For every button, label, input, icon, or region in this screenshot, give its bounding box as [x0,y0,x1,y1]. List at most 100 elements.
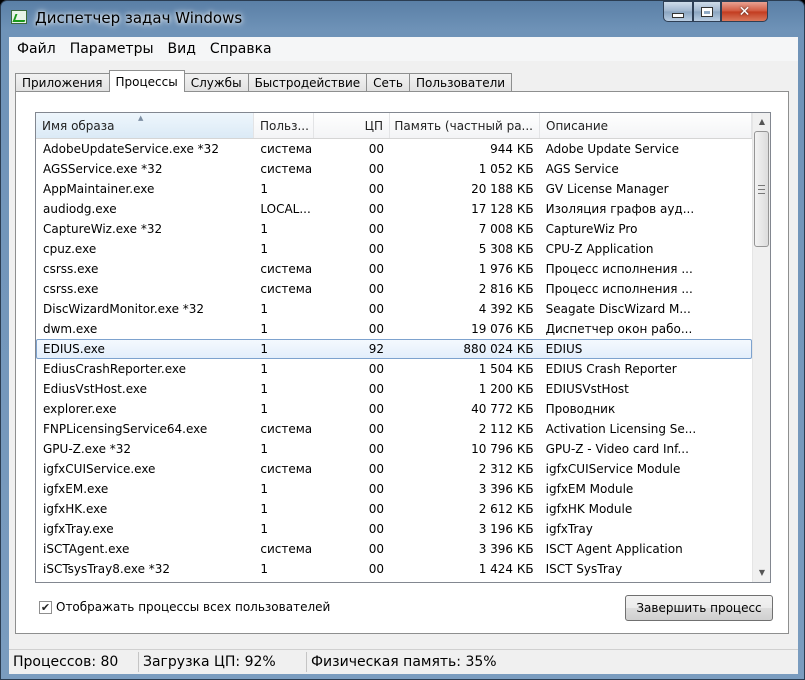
tab-applications[interactable]: Приложения [15,73,110,92]
column-label: Память (частный ра... [394,118,533,133]
cell-memory: 3 396 КБ [478,482,534,496]
cell-memory: 944 КБ [490,142,534,156]
cell-cpu: 00 [368,182,385,196]
cell-image-name: igfxTray.exe [43,522,114,536]
cell-user: 1 [260,322,269,336]
column-cpu[interactable]: ЦП [314,113,390,138]
maximize-button[interactable] [693,1,721,22]
cell-description: ISCT SysTray [545,562,623,576]
cell-description: Adobe Update Service [545,142,680,156]
tab-services[interactable]: Службы [183,73,249,92]
column-memory[interactable]: Память (частный ра... [390,113,540,138]
scroll-down-button[interactable]: ▼ [753,564,770,581]
cell-memory: 5 308 КБ [478,242,534,256]
list-header: ▲ Имя образа Польз... ЦП Память (частный… [36,113,752,139]
cell-description: Изоляция графов ауд... [545,202,695,216]
processes-panel: ▲ Имя образа Польз... ЦП Память (частный… [15,91,789,634]
cell-cpu: 00 [368,382,385,396]
table-row[interactable]: EDIUS.exe 1 92 880 024 КБ EDIUS [36,339,752,359]
close-icon: ✕ [738,3,751,20]
tab-network[interactable]: Сеть [366,73,410,92]
maximize-icon [701,6,713,17]
cell-user: 1 [260,442,269,456]
cell-user: 1 [260,382,269,396]
cell-image-name: csrss.exe [43,282,99,296]
minimize-button[interactable] [663,1,693,22]
table-row[interactable]: iSCTAgent.exe система 00 3 396 КБ ISCT Agent… [36,539,752,559]
cell-memory: 1 424 КБ [478,562,534,576]
cell-memory: 1 052 КБ [478,162,534,176]
column-description[interactable]: Описание [540,113,752,138]
cell-user: система [260,282,313,296]
cell-memory: 1 976 КБ [478,262,534,276]
table-row[interactable]: FNPLicensingService64.exe система 00 2 112 … [36,419,752,439]
sort-ascending-icon: ▲ [138,114,144,122]
cell-cpu: 00 [368,262,385,276]
tab-performance[interactable]: Быстродействие [247,73,368,92]
table-row[interactable]: audiodg.exe LOCAL... 00 17 128 КБ Изоляция г… [36,199,752,219]
scroll-thumb[interactable] [754,131,769,247]
cell-image-name: cpuz.exe [43,242,97,256]
checkmark-icon: ✔ [40,600,51,614]
table-row[interactable]: igfxEM.exe 1 00 3 396 КБ igfxEM Module [36,479,752,499]
cell-description: igfxTray [545,522,593,536]
menu-file[interactable]: Файл [11,41,62,57]
table-row[interactable]: explorer.exe 1 00 40 772 КБ Проводник [36,399,752,419]
cell-user: 1 [260,342,269,356]
cell-image-name: FNPLicensingService64.exe [43,422,208,436]
table-row[interactable]: GPU-Z.exe *32 1 00 10 796 КБ GPU-Z - Video c… [36,439,752,459]
close-button[interactable]: ✕ [721,1,768,22]
scroll-up-button[interactable]: ▲ [753,113,770,130]
table-row[interactable]: iSCTsysTray8.exe *32 1 00 1 424 КБ ISCT SysT… [36,559,752,579]
menu-options[interactable]: Параметры [64,41,160,57]
table-row[interactable]: DiscWizardMonitor.exe *32 1 00 4 392 КБ Seag… [36,299,752,319]
table-row[interactable]: AGSService.exe *32 система 00 1 052 КБ AGS S… [36,159,752,179]
tab-users[interactable]: Пользователи [408,73,513,92]
table-row[interactable]: EdiusCrashReporter.exe 1 00 1 504 КБ EDIUS C… [36,359,752,379]
cell-user: 1 [260,562,269,576]
cell-image-name: igfxCUIService.exe [43,462,156,476]
menu-help[interactable]: Справка [204,41,278,57]
show-all-users-label[interactable]: Отображать процессы всех пользователей [56,600,330,614]
cell-cpu: 00 [368,322,385,336]
menu-bar: Файл Параметры Вид Справка [9,37,798,61]
cell-description: Диспетчер окон рабо... [545,322,693,336]
cell-cpu: 92 [368,342,385,356]
cell-description: CaptureWiz Pro [545,222,638,236]
cell-description: EDIUS Crash Reporter [545,362,677,376]
cell-user: 1 [260,182,269,196]
table-row[interactable]: dwm.exe 1 00 19 076 КБ Диспетчер окон рабо..… [36,319,752,339]
column-user[interactable]: Польз... [254,113,314,138]
process-list[interactable]: ▲ Имя образа Польз... ЦП Память (частный… [35,112,771,583]
task-manager-icon [11,10,27,24]
menu-view[interactable]: Вид [162,41,202,57]
cell-description: EDIUSVstHost [545,382,629,396]
cell-cpu: 00 [368,522,385,536]
cell-description: igfxCUIService Module [545,462,681,476]
table-row[interactable]: csrss.exe система 00 2 816 КБ Процесс исполн… [36,279,752,299]
table-row[interactable]: igfxTray.exe 1 00 3 196 КБ igfxTray [36,519,752,539]
column-image-name[interactable]: ▲ Имя образа [36,113,254,138]
end-process-button[interactable]: Завершить процесс [625,595,773,621]
table-row[interactable]: igfxHK.exe 1 00 2 612 КБ igfxHK Module [36,499,752,519]
cell-user: система [260,162,313,176]
cell-memory: 3 396 КБ [478,542,534,556]
cell-memory: 2 816 КБ [478,282,534,296]
table-row[interactable]: igfxCUIService.exe система 00 2 312 КБ igfxC… [36,459,752,479]
cell-description: CPU-Z Application [545,242,654,256]
show-all-users-checkbox[interactable]: ✔ [39,600,52,614]
cell-image-name: CaptureWiz.exe *32 [43,222,163,236]
vertical-scrollbar[interactable]: ▲ ▼ [752,113,770,582]
show-all-users-row[interactable]: ✔ Отображать процессы всех пользователей [39,600,330,614]
title-bar[interactable]: Диспетчер задач Windows ✕ [1,1,804,37]
table-row[interactable]: AdobeUpdateService.exe *32 система 00 944 К… [36,139,752,159]
tab-processes[interactable]: Процессы [108,70,185,92]
table-row[interactable]: EdiusVstHost.exe 1 00 1 200 КБ EDIUSVstHost [36,379,752,399]
column-label: Описание [546,118,609,133]
table-row[interactable]: AppMaintainer.exe 1 00 20 188 КБ GV License … [36,179,752,199]
table-row[interactable]: csrss.exe система 00 1 976 КБ Процесс исполн… [36,259,752,279]
table-row[interactable]: cpuz.exe 1 00 5 308 КБ CPU-Z Application [36,239,752,259]
cell-cpu: 00 [368,142,385,156]
table-row[interactable]: CaptureWiz.exe *32 1 00 7 008 КБ CaptureWiz … [36,219,752,239]
cell-user: система [260,262,313,276]
